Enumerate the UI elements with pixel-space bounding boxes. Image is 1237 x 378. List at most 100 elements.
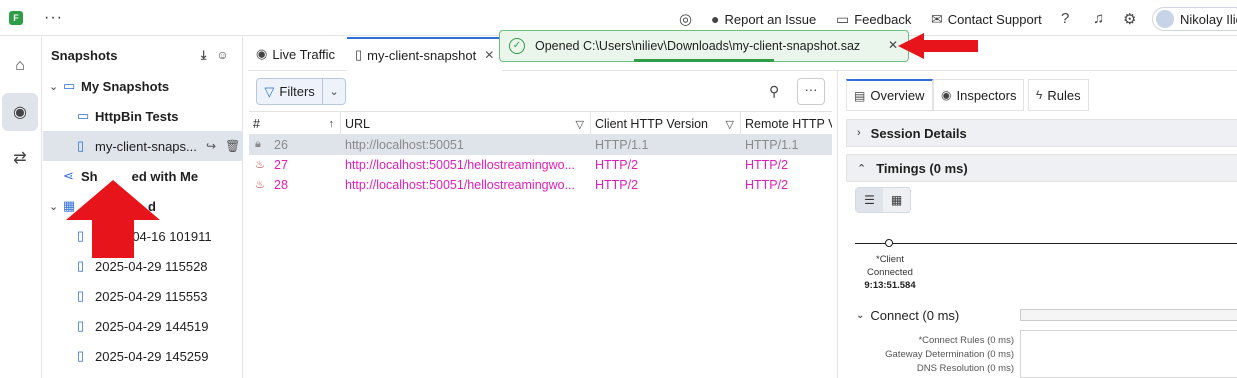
sort-up-icon[interactable]: ↑ xyxy=(329,118,335,130)
timings-section[interactable]: ⌃ Timings (0 ms) xyxy=(846,154,1237,182)
tree-my-snapshots[interactable]: ⌄ ▭ My Snapshots xyxy=(43,71,243,101)
connect-timing-bar xyxy=(1020,309,1237,321)
tree-selected-snapshot[interactable]: ▯ my-client-snaps... ↪🗑 xyxy=(43,131,243,161)
eye-icon[interactable]: ◉ xyxy=(2,93,38,131)
filters-label: Filters xyxy=(279,84,315,99)
row-client-version: HTTP/2 xyxy=(595,158,639,172)
httpbin-label: HttpBin Tests xyxy=(95,108,179,124)
home-icon[interactable]: ⌂ xyxy=(2,47,38,85)
check-icon: ✓ xyxy=(509,38,525,54)
gear-icon[interactable]: ⚙ xyxy=(1123,10,1136,28)
filter-icon: ▽ xyxy=(264,83,275,99)
tab-live-traffic[interactable]: ◉ Live Traffic xyxy=(248,37,343,71)
row-client-version: HTTP/1.1 xyxy=(595,138,649,152)
row-remote-version: HTTP/2 xyxy=(745,158,789,172)
connect-row-label: *Connect Rules (0 ms) xyxy=(918,335,1014,346)
sessions-grid: # ↑ URL ▽ Client HTTP Version ▽ Remote H… xyxy=(249,111,832,378)
column-header-number[interactable]: # ↑ xyxy=(249,112,341,136)
more-options-button[interactable]: ··· xyxy=(797,78,825,105)
search-icon[interactable]: ⚲ xyxy=(769,83,779,100)
list-view-icon[interactable]: ☰ xyxy=(856,188,883,212)
filter-icon[interactable]: ▽ xyxy=(576,118,584,131)
row-number: 28 xyxy=(274,178,288,192)
tree-httpbin-tests[interactable]: ▭ HttpBin Tests xyxy=(43,101,243,131)
help-icon[interactable]: ? xyxy=(1061,10,1069,27)
stream-icon: ♨ xyxy=(255,179,265,191)
close-icon[interactable]: ✕ xyxy=(888,38,898,52)
session-details-title: Session Details xyxy=(870,125,967,141)
table-row[interactable]: ♨ 27 http://localhost:50051/hellostreami… xyxy=(249,155,832,175)
filters-button-group: ▽ Filters ⌄ xyxy=(256,78,346,105)
github-icon: ● xyxy=(711,11,720,27)
snapshot-date-label: 2025-04-29 144519 xyxy=(95,318,209,334)
connect-row-label: DNS Resolution (0 ms) xyxy=(916,363,1014,374)
file-icon: ▯ xyxy=(77,138,85,153)
table-view-icon[interactable]: ▦ xyxy=(883,188,910,212)
column-header-url[interactable]: URL ▽ xyxy=(341,112,591,136)
mail-icon: ✉ xyxy=(931,10,943,27)
feedback-link[interactable]: ▭ Feedback xyxy=(836,10,911,28)
annotation-arrow-left xyxy=(898,33,978,59)
tab-rules-label: Rules xyxy=(1047,87,1081,103)
feedback-label: Feedback xyxy=(854,11,912,27)
snapshot-actions: ⤓☺ xyxy=(201,48,239,63)
more-menu-icon[interactable]: ··· xyxy=(44,9,63,27)
column-header-remote-version[interactable]: Remote HTTP V xyxy=(741,112,832,136)
table-row[interactable]: 🔒︎ 26 http://localhost:50051 HTTP/1.1 HT… xyxy=(249,135,832,155)
row-url: http://localhost:50051 xyxy=(345,138,464,152)
view-toggle: ☰ ▦ xyxy=(855,187,911,213)
row-remote-version: HTTP/2 xyxy=(745,178,789,192)
notification-toast: ✓ Opened C:\Users\niliev\Downloads\my-cl… xyxy=(499,30,909,62)
column-header-client-version[interactable]: Client HTTP Version ▽ xyxy=(591,112,741,136)
report-issue-link[interactable]: ● Report an Issue xyxy=(711,10,816,28)
list-item[interactable]: ▯ 2025-04-29 144519 xyxy=(43,311,243,341)
column-label: # xyxy=(253,117,260,131)
table-row[interactable]: ♨ 28 http://localhost:50051/hellostreami… xyxy=(249,175,832,195)
tab-rules[interactable]: ϟ Rules xyxy=(1028,79,1089,111)
connect-section[interactable]: ⌄ Connect (0 ms) xyxy=(856,308,959,323)
snapshot-date-label: 2025-04-29 115528 xyxy=(95,258,208,274)
tab-overview-label: Overview xyxy=(870,88,925,103)
filters-dropdown[interactable]: ⌄ xyxy=(323,79,345,104)
app-logo: F xyxy=(9,11,23,25)
snapshots-title: Snapshots xyxy=(51,47,118,63)
share-icon[interactable]: ↪ xyxy=(206,139,225,153)
list-item[interactable]: ▯ 2025-04-29 115553 xyxy=(43,281,243,311)
chevron-down-icon: ⌄ xyxy=(49,200,59,213)
filter-icon[interactable]: ▽ xyxy=(726,118,734,131)
timeline-label-line: Connected xyxy=(867,267,913,278)
session-details-section[interactable]: › Session Details xyxy=(846,119,1237,147)
timeline-label-line: *Client xyxy=(876,254,904,265)
column-label: Remote HTTP V xyxy=(745,117,832,131)
snapshot-date-label: 2025-04-29 145259 xyxy=(95,348,209,364)
list-item[interactable]: ▯ 2025-04-29 145259 xyxy=(43,341,243,371)
swap-icon[interactable]: ⇄ xyxy=(2,139,38,177)
tab-live-traffic-label: Live Traffic xyxy=(272,46,335,62)
share-user-icon[interactable]: ☺ xyxy=(216,48,238,62)
trash-icon[interactable]: 🗑 xyxy=(225,139,249,153)
bolt-icon: ϟ xyxy=(1036,88,1043,102)
filters-button[interactable]: ▽ Filters xyxy=(257,79,324,104)
tab-snapshot[interactable]: ▯ my-client-snapshot ✕ xyxy=(347,37,503,71)
check-circle-icon[interactable]: ◎ xyxy=(679,10,692,28)
bell-icon[interactable]: ♫ xyxy=(1093,10,1104,27)
file-icon: ▯ xyxy=(77,318,85,333)
contact-support-link[interactable]: ✉ Contact Support xyxy=(931,10,1042,28)
row-remote-version: HTTP/1.1 xyxy=(745,138,799,152)
tab-inspectors[interactable]: ◉ Inspectors xyxy=(933,79,1025,111)
selected-snapshot-label: my-client-snaps... xyxy=(95,138,197,154)
timings-title: Timings (0 ms) xyxy=(876,160,968,176)
snapshot-date-label: 2025-04-29 115553 xyxy=(95,288,208,304)
my-snapshots-label: My Snapshots xyxy=(81,78,170,94)
column-label: URL xyxy=(345,117,371,131)
eye-icon: ◉ xyxy=(941,88,952,102)
user-menu[interactable]: Nikolay Ilie xyxy=(1152,7,1237,31)
row-url: http://localhost:50051/hellostreamingwo.… xyxy=(345,158,575,172)
tab-overview[interactable]: ▤ Overview xyxy=(846,79,933,111)
eye-icon: ◉ xyxy=(256,46,268,61)
download-icon[interactable]: ⤓ xyxy=(201,48,216,62)
report-issue-label: Report an Issue xyxy=(724,11,817,27)
avatar xyxy=(1156,10,1174,28)
close-icon[interactable]: ✕ xyxy=(484,48,494,62)
file-icon: ▯ xyxy=(355,47,363,62)
